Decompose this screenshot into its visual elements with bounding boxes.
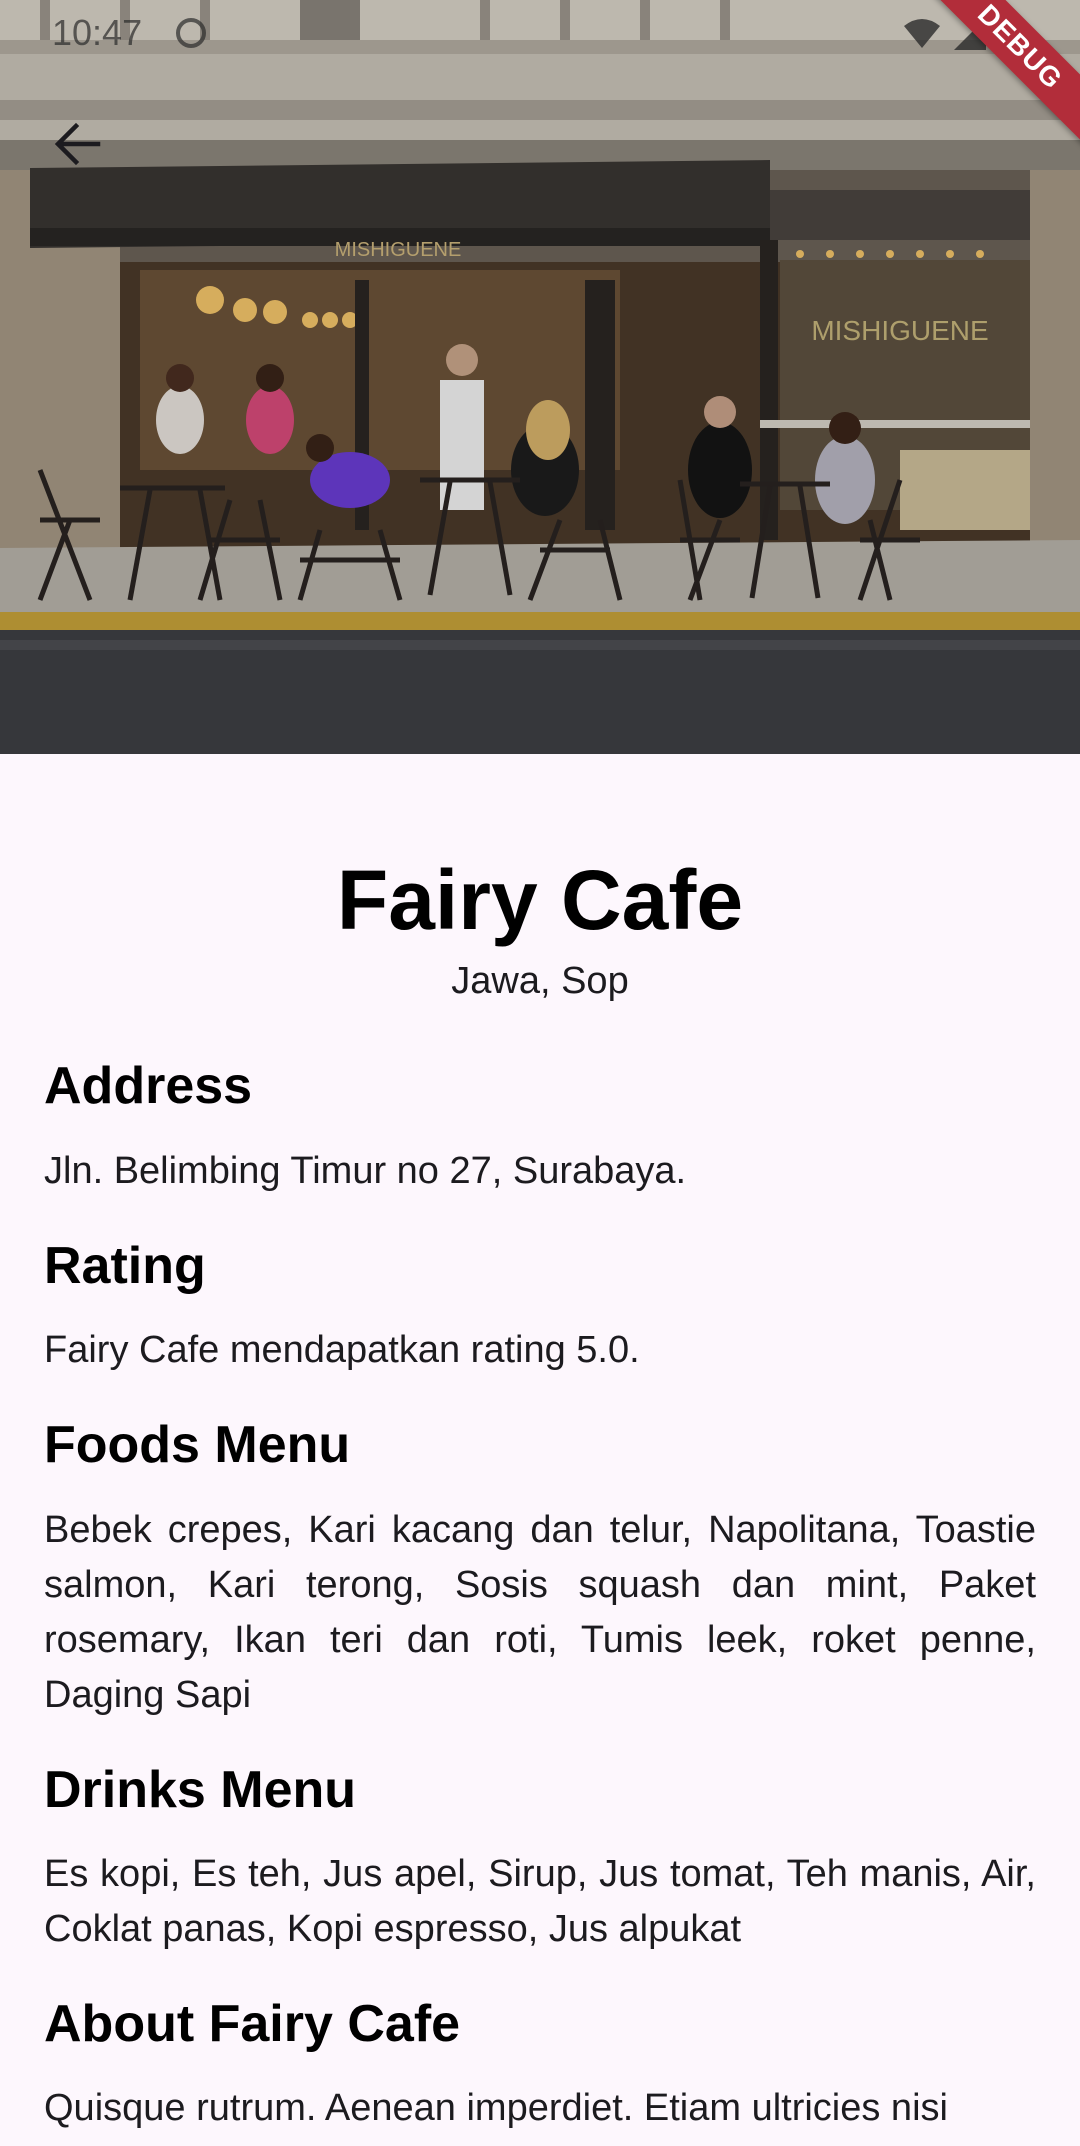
about-section: About Fairy Cafe Quisque rutrum. Aenean … (44, 1993, 1036, 2136)
back-button[interactable] (40, 106, 116, 182)
address-heading: Address (44, 1057, 253, 1116)
address-text: Jln. Belimbing Timur no 27, Surabaya. (44, 1149, 687, 1192)
status-bar: 10:47 (0, 0, 1080, 64)
foods-menu-text: Bebek crepes, Kari kacang dan telur, Nap… (44, 1508, 1036, 1716)
restaurant-detail-content: Fairy Cafe Jawa, Sop Address Jln. Belimb… (0, 754, 1080, 2136)
about-text: Quisque rutrum. Aenean imperdiet. Etiam … (44, 2087, 948, 2130)
drinks-menu-heading: Drinks Menu (44, 1760, 357, 1819)
wifi-icon (904, 19, 940, 48)
drinks-menu-section: Drinks Menu Es kopi, Es teh, Jus apel, S… (44, 1759, 1036, 1957)
cafe-storefront-photo: MISHIGUENE MISHIGUENE (0, 0, 1080, 754)
foods-menu-section: Foods Menu Bebek crepes, Kari kacang dan… (44, 1414, 1036, 1722)
restaurant-categories: Jawa, Sop (451, 960, 629, 1003)
alarm-icon (176, 18, 206, 48)
drinks-menu-text: Es kopi, Es teh, Jus apel, Sirup, Jus to… (44, 1852, 1036, 1950)
address-section: Address Jln. Belimbing Timur no 27, Sura… (44, 1055, 1036, 1198)
restaurant-hero-image: MISHIGUENE MISHIGUENE (0, 0, 1080, 754)
arrow-back-icon (54, 122, 101, 166)
status-time: 10:47 (52, 12, 143, 53)
rating-heading: Rating (44, 1236, 206, 1295)
rating-text: Fairy Cafe mendapatkan rating 5.0. (44, 1329, 640, 1372)
about-heading: About Fairy Cafe (44, 1994, 461, 2053)
foods-menu-heading: Foods Menu (44, 1416, 351, 1475)
restaurant-name: Fairy Cafe (336, 853, 744, 947)
rating-section: Rating Fairy Cafe mendapatkan rating 5.0… (44, 1235, 1036, 1378)
